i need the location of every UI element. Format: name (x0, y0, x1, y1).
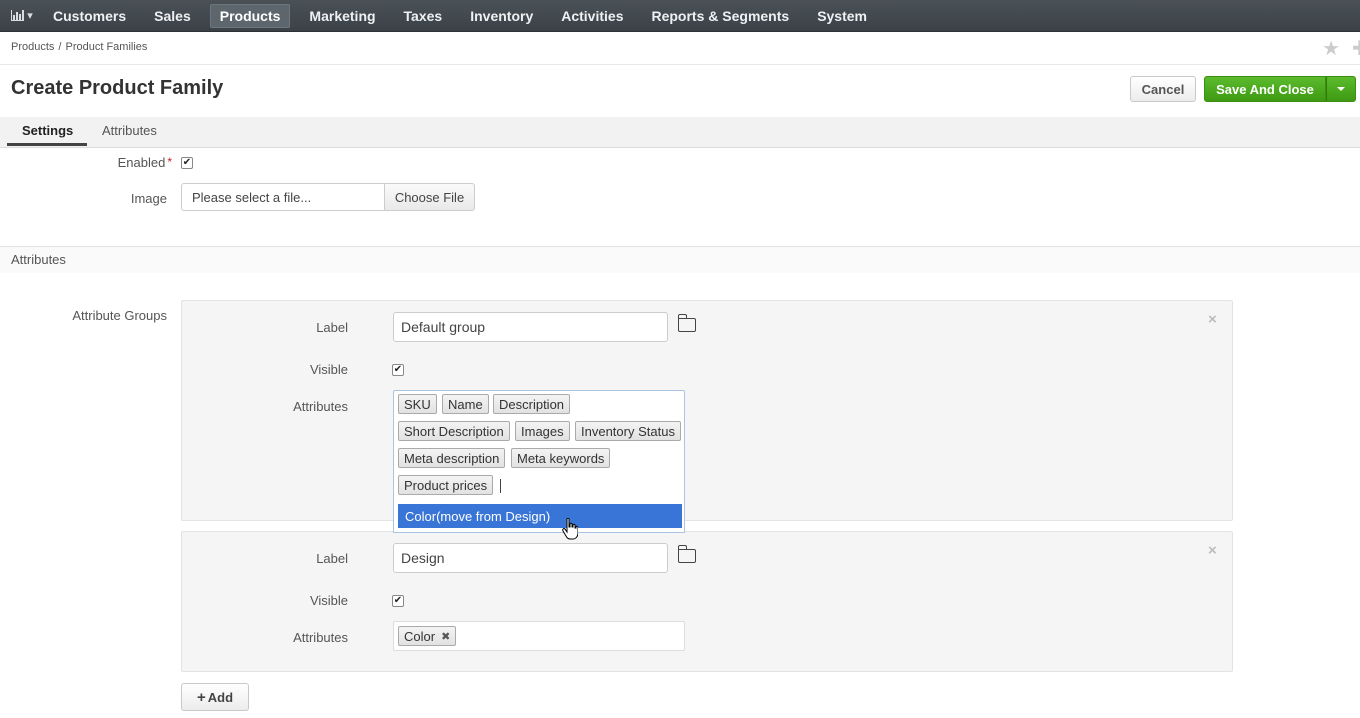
remove-group-close-icon[interactable]: × (1208, 542, 1217, 559)
dropdown-option[interactable]: Color(move from Design) (398, 504, 682, 528)
tabs-bar: Settings Attributes (0, 117, 1360, 148)
add-group-button[interactable]: + Add (181, 683, 249, 711)
save-options-dropdown-button[interactable] (1326, 76, 1356, 102)
enabled-label: Enabled * (60, 155, 172, 170)
attributes-section-header (0, 246, 1360, 273)
attribute-tag[interactable]: SKU (398, 394, 437, 414)
active-tab-indicator (7, 143, 87, 146)
attribute-tag-label: Color (404, 628, 436, 644)
attribute-tag[interactable]: Color ✖ (398, 626, 457, 646)
nav-activities[interactable]: Activities (552, 4, 632, 28)
group-label-label: Label (316, 551, 348, 566)
group-visible-label: Visible (309, 593, 348, 608)
breadcrumb-parent[interactable]: Products (11, 41, 54, 53)
breadcrumb: Products / Product Families (11, 41, 147, 53)
tab-settings[interactable]: Settings (22, 123, 73, 138)
page-title: Create Product Family (11, 77, 224, 99)
attribute-tag[interactable]: Description (493, 394, 571, 414)
attribute-tag[interactable]: Images (515, 421, 570, 441)
top-navigation: ▾ Customers Sales Products Marketing Tax… (0, 0, 1360, 32)
group-attributes-label: Attributes (293, 399, 348, 414)
attributes-dropdown: Color(move from Design) (393, 498, 685, 533)
image-file-input[interactable]: Please select a file... (181, 183, 385, 211)
group-attributes-label: Attributes (293, 630, 348, 645)
nav-taxes[interactable]: Taxes (395, 4, 452, 28)
nav-inventory[interactable]: Inventory (461, 4, 542, 28)
attribute-tag[interactable]: Inventory Status (575, 421, 681, 441)
tab-attributes[interactable]: Attributes (102, 123, 157, 138)
nav-marketing[interactable]: Marketing (300, 4, 384, 28)
enabled-checkbox[interactable]: ✔ (181, 157, 193, 169)
folder-icon[interactable] (677, 314, 696, 332)
attribute-tag[interactable]: Name (442, 394, 489, 414)
remove-group-close-icon[interactable]: × (1208, 311, 1217, 328)
add-button-label: Add (207, 689, 234, 705)
hand-cursor-icon (562, 518, 578, 540)
chevron-down-icon: ▾ (27, 10, 33, 22)
nav-products[interactable]: Products (209, 3, 291, 28)
checkmark-icon: ✔ (182, 157, 192, 168)
folder-icon[interactable] (677, 545, 696, 563)
image-label: Image (130, 191, 167, 206)
checkmark-icon: ✔ (393, 364, 403, 375)
caret-down-icon (1337, 87, 1345, 91)
checkmark-icon: ✔ (393, 595, 403, 606)
nav-sales[interactable]: Sales (145, 4, 200, 28)
attribute-groups-label: Attribute Groups (72, 308, 167, 323)
attribute-tag[interactable]: Product prices (398, 475, 494, 495)
attribute-tag[interactable]: Short Description (398, 421, 510, 441)
star-icon[interactable]: ★ (1322, 36, 1340, 61)
attributes-section-title: Attributes (11, 252, 66, 267)
nav-reports-segments[interactable]: Reports & Segments (642, 4, 798, 28)
attribute-tag[interactable]: Meta description (398, 448, 506, 468)
enabled-label-text: Enabled (117, 155, 166, 170)
attribute-tag[interactable]: Meta keywords (511, 448, 611, 468)
header-icons: ★ ✚ (1322, 36, 1360, 61)
group-label-input[interactable]: Default group (393, 312, 668, 342)
choose-file-button[interactable]: Choose File (384, 183, 475, 211)
group-visible-checkbox[interactable]: ✔ (392, 364, 404, 376)
save-and-close-button[interactable]: Save And Close (1204, 76, 1326, 102)
group-visible-checkbox[interactable]: ✔ (392, 595, 404, 607)
text-caret (500, 479, 501, 493)
group-label-input[interactable]: Design (393, 543, 668, 573)
nav-system[interactable]: System (808, 4, 876, 28)
remove-tag-icon[interactable]: ✖ (441, 630, 450, 643)
nav-customers[interactable]: Customers (44, 4, 135, 28)
dashboard-menu-button[interactable]: ▾ (0, 0, 44, 32)
breadcrumb-current[interactable]: Product Families (65, 41, 147, 53)
divider (0, 64, 1360, 65)
group-visible-label: Visible (309, 362, 348, 377)
bar-chart-icon (11, 10, 25, 21)
group-label-label: Label (316, 320, 348, 335)
required-marker: * (167, 155, 172, 169)
plus-icon: + (196, 688, 206, 706)
cancel-button[interactable]: Cancel (1130, 76, 1196, 102)
breadcrumb-separator: / (58, 41, 62, 53)
pin-icon[interactable]: ✚ (1352, 36, 1360, 61)
